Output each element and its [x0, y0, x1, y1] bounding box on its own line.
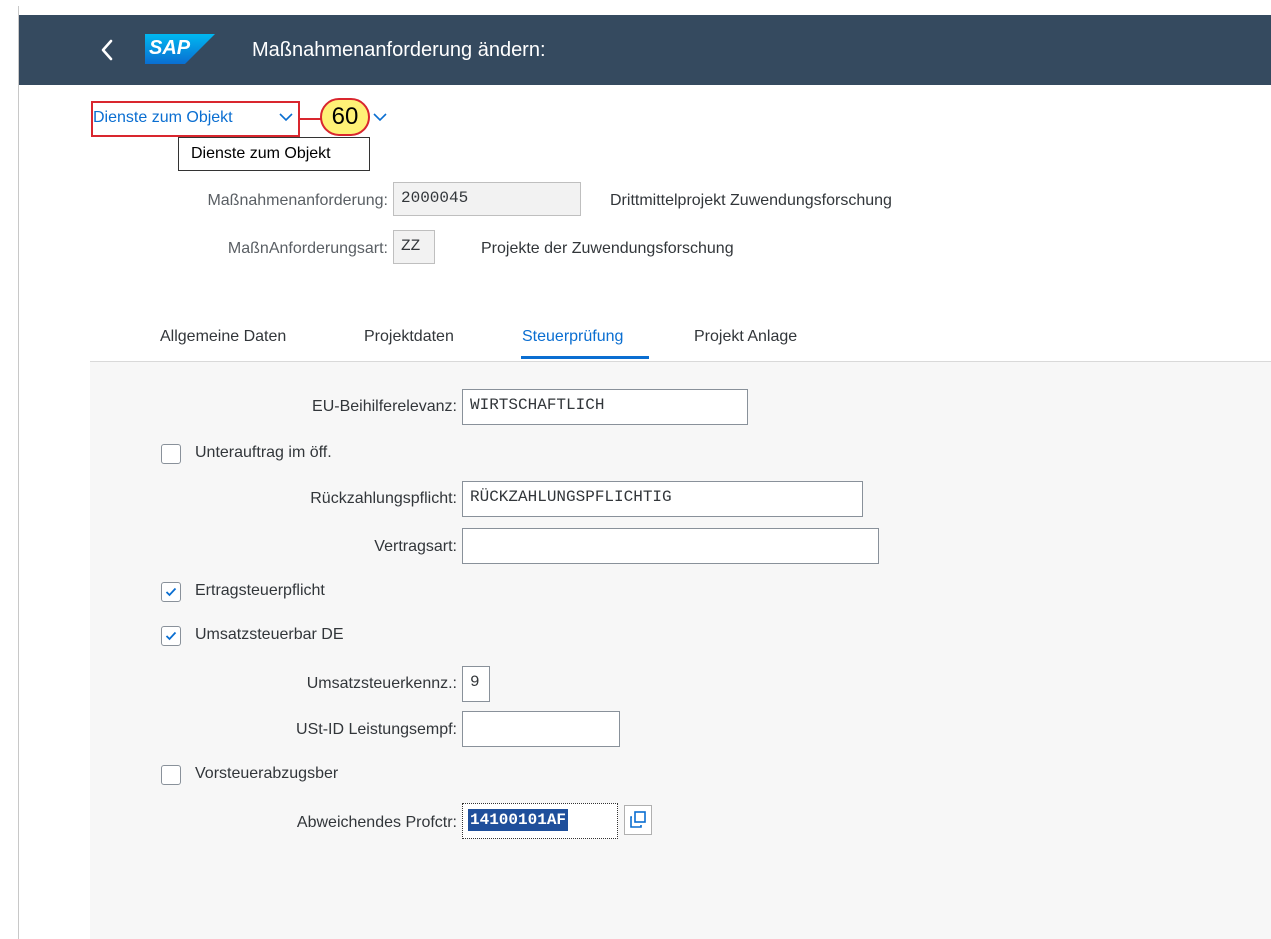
- contract-type-field[interactable]: [462, 528, 879, 564]
- income-tax-checkbox[interactable]: [161, 582, 181, 602]
- subcontract-checkbox[interactable]: [161, 444, 181, 464]
- profit-center-value: 14100101AF: [468, 809, 569, 831]
- chevron-down-icon[interactable]: [372, 112, 388, 122]
- tab-project-setup[interactable]: Projekt Anlage: [694, 328, 797, 346]
- request-type-field: ZZ: [393, 230, 435, 264]
- request-field: 2000045: [393, 182, 581, 216]
- eu-relevance-field[interactable]: WIRTSCHAFTLICH: [462, 389, 748, 425]
- chevron-down-icon[interactable]: [278, 112, 294, 122]
- subcontract-label: Unterauftrag im öff.: [195, 444, 332, 461]
- request-label: Maßnahmenanforderung:: [207, 192, 388, 209]
- tab-general-data[interactable]: Allgemeine Daten: [160, 328, 286, 346]
- eu-relevance-label: EU-Beihilferelevanz:: [312, 398, 457, 415]
- request-type-label: MaßnAnforderungsart:: [227, 240, 388, 257]
- active-tab-indicator: [521, 356, 649, 359]
- checkmark-icon: [165, 631, 177, 641]
- request-description: Drittmittelprojekt Zuwendungsforschung: [610, 192, 892, 209]
- vat-code-field[interactable]: 9: [462, 666, 490, 702]
- contract-type-label: Vertragsart:: [374, 538, 457, 555]
- chevron-left-icon: [101, 39, 113, 61]
- profit-center-field[interactable]: 14100101AF: [462, 803, 618, 839]
- value-help-button[interactable]: [624, 805, 652, 835]
- vat-label: Umsatzsteuerbar DE: [195, 626, 344, 643]
- sap-logo: SAP: [145, 34, 215, 64]
- repayment-field[interactable]: RÜCKZAHLUNGSPFLICHTIG: [462, 481, 863, 517]
- input-tax-checkbox[interactable]: [161, 765, 181, 785]
- tab-project-data[interactable]: Projektdaten: [364, 328, 454, 346]
- checkmark-icon: [165, 587, 177, 597]
- vat-checkbox[interactable]: [161, 626, 181, 646]
- page-title: Maßnahmenanforderung ändern:: [252, 39, 546, 61]
- input-tax-label: Vorsteuerabzugsber: [195, 765, 339, 782]
- profit-center-label: Abweichendes Profctr:: [296, 814, 457, 831]
- repayment-label: Rückzahlungspflicht:: [310, 490, 457, 507]
- income-tax-label: Ertragsteuerpflicht: [195, 582, 325, 599]
- request-type-description: Projekte der Zuwendungsforschung: [481, 240, 734, 257]
- vat-code-label: Umsatzsteuerkennz.:: [306, 675, 457, 692]
- vat-id-field[interactable]: [462, 711, 620, 747]
- services-for-object-label[interactable]: Dienste zum Objekt: [93, 109, 233, 127]
- shell-bar: SAP Maßnahmenanforderung ändern:: [19, 15, 1271, 85]
- vat-id-label: USt-ID Leistungsempf:: [296, 721, 457, 738]
- step-callout-badge: 60: [320, 98, 370, 136]
- value-help-icon: [630, 811, 646, 828]
- back-button[interactable]: [92, 35, 122, 65]
- tooltip: Dienste zum Objekt: [178, 137, 370, 171]
- tab-tax-check[interactable]: Steuerprüfung: [522, 328, 623, 346]
- window-top-margin: [0, 0, 1271, 6]
- sap-logo-text: SAP: [149, 37, 191, 59]
